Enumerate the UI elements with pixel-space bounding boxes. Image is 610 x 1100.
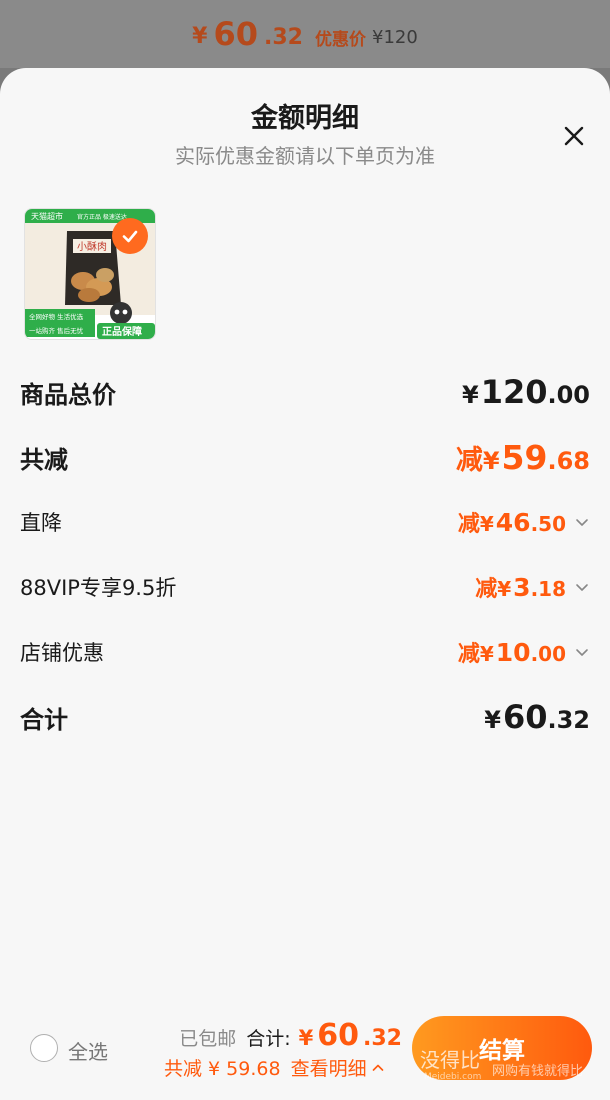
tag-guarantee-text: 正品保障 xyxy=(102,325,142,338)
amount-integer: 120 xyxy=(480,373,548,411)
row-label: 共减 xyxy=(20,446,68,474)
total-decimal: .32 xyxy=(363,1026,402,1051)
total-yen: ¥ xyxy=(298,1026,314,1050)
badge-store-text: 天猫超市 xyxy=(31,211,63,221)
top-original-price: ¥120 xyxy=(372,26,418,48)
amount-decimal: .00 xyxy=(530,642,566,666)
amount-prefix: 减 xyxy=(455,445,483,476)
amount-yen: ¥ xyxy=(484,706,501,734)
row-label: 店铺优惠 xyxy=(20,641,104,665)
amount-decimal: .68 xyxy=(547,447,590,475)
total-integer: 60 xyxy=(317,1018,360,1053)
bottom-discount-line: 共减 ¥ 59.68 查看明细 xyxy=(164,1054,385,1081)
check-icon xyxy=(122,230,138,243)
row-label: 商品总价 xyxy=(20,380,116,409)
amount-yen: ¥ xyxy=(482,447,500,475)
row-total-price: 商品总价 ¥ 120 .00 xyxy=(20,373,590,411)
watermark-tagline: 网购有钱就得比 xyxy=(492,1064,584,1079)
top-price-integer: 60 xyxy=(213,15,259,53)
chevron-down-icon[interactable] xyxy=(574,514,590,530)
select-all-label[interactable]: 全选 xyxy=(68,1036,108,1065)
row-amount: ¥ 120 .00 xyxy=(462,373,590,411)
chevron-up-icon xyxy=(372,1064,383,1071)
row-amount: 减 ¥ 59 .68 xyxy=(456,438,590,477)
amount-detail-sheet: 金额明细 实际优惠金额请以下单页为准 天猫超市 官方正品 极速送达 小酥肉 全网… xyxy=(0,68,610,1100)
discount-summary: 共减 ¥ 59.68 xyxy=(164,1058,281,1080)
product-selected-checkbox[interactable] xyxy=(112,218,148,254)
amount-decimal: .00 xyxy=(547,381,590,409)
tag-line1-text: 全网好物 生活优选 xyxy=(29,312,84,321)
amount-decimal: .18 xyxy=(530,577,566,601)
amount-prefix: 减 xyxy=(457,642,480,667)
sheet-title: 金额明细 xyxy=(251,103,359,134)
product-name-text: 小酥肉 xyxy=(77,240,107,253)
row-store-discount[interactable]: 店铺优惠 减 ¥ 10 .00 xyxy=(20,636,590,668)
watermark-logo: 没得比 xyxy=(420,1048,480,1072)
amount-decimal: .50 xyxy=(530,512,566,536)
amount-integer: 3 xyxy=(513,573,531,602)
top-price-decimal: .32 xyxy=(264,24,303,50)
amount-integer: 59 xyxy=(501,438,548,477)
amount-integer: 46 xyxy=(495,508,531,537)
tag-line2-text: 一站购齐 售后无忧 xyxy=(29,326,84,335)
total-label: 合计: xyxy=(246,1028,291,1050)
watermark-site: Meidebi.com xyxy=(424,1072,482,1082)
row-grand-total: 合计 ¥ 60 .32 xyxy=(20,698,590,736)
amount-yen: ¥ xyxy=(497,577,512,601)
row-direct-discount[interactable]: 直降 减 ¥ 46 .50 xyxy=(20,506,590,538)
row-88vip-discount[interactable]: 88VIP专享9.5折 减 ¥ 3 .18 xyxy=(20,571,590,603)
chevron-down-icon[interactable] xyxy=(574,579,590,595)
row-amount: 减 ¥ 46 .50 xyxy=(458,506,590,538)
top-price-yen: ¥ xyxy=(192,23,208,49)
view-detail-link[interactable]: 查看明细 xyxy=(291,1054,385,1081)
amount-yen: ¥ xyxy=(461,381,479,409)
view-detail-label: 查看明细 xyxy=(290,1058,367,1080)
amount-integer: 60 xyxy=(502,698,548,736)
amount-prefix: 减 xyxy=(475,577,498,602)
chevron-down-icon[interactable] xyxy=(574,644,590,660)
top-price-bar: ¥ 60 .32 优惠价 ¥120 xyxy=(0,0,610,68)
shipping-status: 已包邮 xyxy=(179,1028,237,1050)
row-amount: 减 ¥ 10 .00 xyxy=(458,636,590,668)
row-label: 合计 xyxy=(20,705,68,734)
row-total-discount: 共减 减 ¥ 59 .68 xyxy=(20,438,590,477)
amount-yen: ¥ xyxy=(479,642,494,666)
bottom-total: 已包邮 合计: ¥ 60 .32 xyxy=(179,1018,402,1053)
row-label: 88VIP专享9.5折 xyxy=(20,576,177,600)
row-label: 直降 xyxy=(20,511,62,535)
amount-prefix: 减 xyxy=(457,512,480,537)
amount-yen: ¥ xyxy=(479,512,494,536)
row-amount: 减 ¥ 3 .18 xyxy=(475,571,590,603)
sheet-subtitle: 实际优惠金额请以下单页为准 xyxy=(175,144,435,168)
top-price-label: 优惠价 xyxy=(315,29,366,50)
row-amount: ¥ 60 .32 xyxy=(484,698,590,736)
amount-decimal: .32 xyxy=(547,706,590,734)
close-icon[interactable] xyxy=(556,118,592,154)
amount-integer: 10 xyxy=(495,638,531,667)
select-all-radio[interactable] xyxy=(30,1034,58,1062)
